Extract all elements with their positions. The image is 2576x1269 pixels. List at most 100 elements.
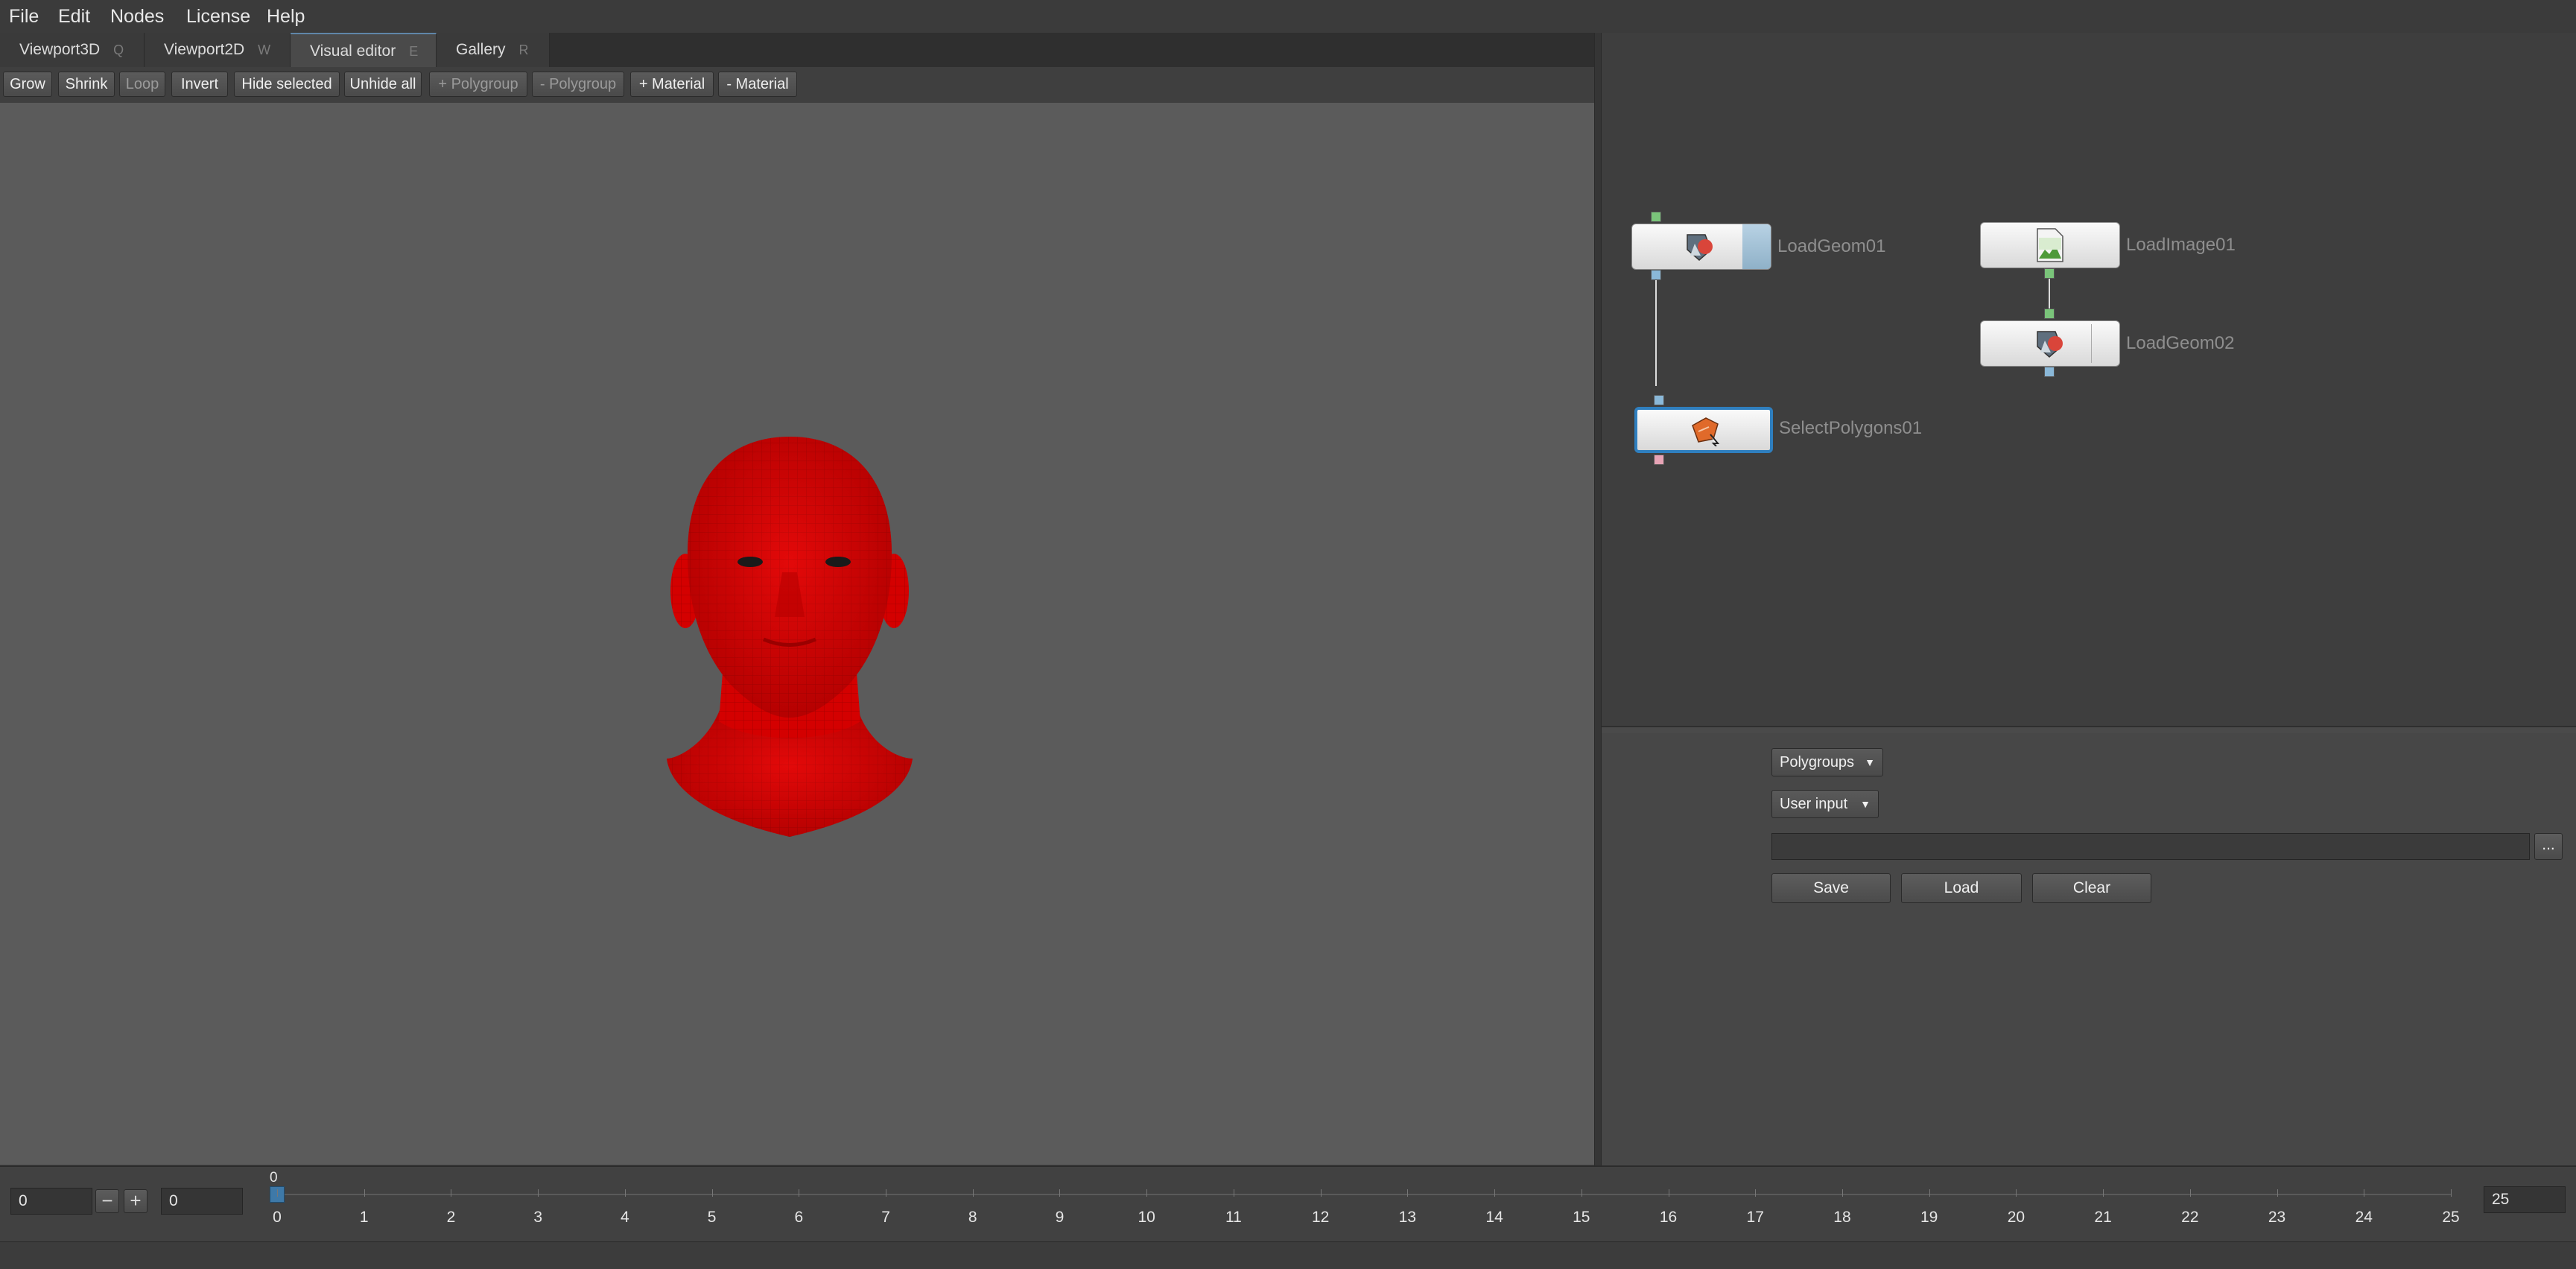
timeline-tick xyxy=(1059,1189,1061,1197)
node-output-port[interactable] xyxy=(2044,367,2055,377)
timeline-tick xyxy=(711,1189,713,1197)
viewport-3d[interactable] xyxy=(0,103,1594,1165)
timeline-tick xyxy=(2451,1189,2452,1197)
timeline-tick-label: 25 xyxy=(2442,1209,2460,1226)
node-input-port[interactable] xyxy=(1651,212,1661,222)
remove-material-button[interactable]: - Material xyxy=(718,72,797,97)
node-input-port[interactable] xyxy=(1654,395,1664,405)
timeline-tick-label: 21 xyxy=(2094,1209,2112,1226)
timeline-tick-label: 24 xyxy=(2355,1209,2373,1226)
display-dropdown[interactable]: Polygroups ▼ xyxy=(1771,748,1883,776)
menu-edit[interactable]: Edit xyxy=(58,0,90,33)
invert-button[interactable]: Invert xyxy=(171,72,228,97)
geometry-icon xyxy=(2037,331,2063,358)
image-icon xyxy=(2037,228,2063,262)
end-frame-input[interactable]: 25 xyxy=(2484,1186,2566,1213)
node-input-port[interactable] xyxy=(2044,308,2055,319)
chevron-down-icon: ▼ xyxy=(1865,756,1875,768)
head-mesh xyxy=(667,437,913,837)
current-frame-input[interactable]: 0 xyxy=(161,1188,243,1215)
tab-shortcut: E xyxy=(409,44,419,59)
tab-viewport3d[interactable]: Viewport3D Q xyxy=(0,33,145,67)
timeline-tick-label: 18 xyxy=(1833,1209,1851,1226)
timeline-tick-label: 9 xyxy=(1055,1209,1065,1226)
node-label: LoadGeom02 xyxy=(2126,333,2235,353)
timeline-tick-label: 12 xyxy=(1311,1209,1330,1226)
add-material-button[interactable]: + Material xyxy=(630,72,714,97)
source-value: User input xyxy=(1780,796,1848,812)
timeline-tick-label: 0 xyxy=(273,1209,282,1226)
node-selectpolygons01[interactable] xyxy=(1634,407,1773,453)
save-button[interactable]: Save xyxy=(1771,873,1891,903)
timeline-tick xyxy=(538,1189,539,1197)
timeline-tick xyxy=(972,1189,974,1197)
timeline-tick-label: 5 xyxy=(707,1209,717,1226)
file-name-input[interactable] xyxy=(1771,833,2530,860)
tab-viewport2d[interactable]: Viewport2D W xyxy=(145,33,291,67)
timeline-tick-label: 14 xyxy=(1485,1209,1503,1226)
source-dropdown[interactable]: User input ▼ xyxy=(1771,790,1879,818)
loop-button[interactable]: Loop xyxy=(119,72,165,97)
tab-shortcut: W xyxy=(258,42,271,57)
timeline-tick-label: 17 xyxy=(1746,1209,1764,1226)
properties-panel: Display Polygroups ▼ Source User input ▼… xyxy=(1602,733,2576,1165)
timeline-tick xyxy=(1146,1189,1148,1197)
menu-nodes[interactable]: Nodes xyxy=(110,0,164,33)
timeline-track[interactable] xyxy=(277,1194,2451,1195)
timeline-tick xyxy=(1929,1189,1930,1197)
timeline-tick-label: 11 xyxy=(1225,1209,1242,1226)
node-loadimage01[interactable] xyxy=(1980,222,2120,268)
node-loadgeom02[interactable] xyxy=(1980,320,2120,367)
menu-bar: File Edit Nodes License Help xyxy=(0,0,2576,34)
node-expand-tab[interactable] xyxy=(1742,224,1771,269)
timeline-tick-label: 22 xyxy=(2181,1209,2199,1226)
timeline-tick xyxy=(277,1189,278,1197)
decrement-button[interactable]: − xyxy=(95,1189,119,1213)
menu-help[interactable]: Help xyxy=(267,0,305,33)
menu-file[interactable]: File xyxy=(9,0,39,33)
hide-selected-button[interactable]: Hide selected xyxy=(234,72,340,97)
increment-button[interactable]: + xyxy=(124,1189,147,1213)
selection-toolbar: Grow Shrink Loop Invert Hide selected Un… xyxy=(0,67,1594,103)
timeline-tick-label: 23 xyxy=(2268,1209,2286,1226)
tab-label: Visual editor xyxy=(310,42,396,60)
shrink-button[interactable]: Shrink xyxy=(58,72,115,97)
timeline-tick-label: 8 xyxy=(968,1209,977,1226)
timeline-tick-label: 20 xyxy=(2007,1209,2025,1226)
timeline-tick-label: 19 xyxy=(1920,1209,1938,1226)
timeline-tick-label: 4 xyxy=(621,1209,629,1226)
tab-shortcut: R xyxy=(518,42,529,57)
tab-gallery[interactable]: Gallery R xyxy=(437,33,550,67)
timeline-tick xyxy=(624,1189,626,1197)
timeline-tick xyxy=(1494,1189,1496,1197)
node-output-port[interactable] xyxy=(1654,455,1664,465)
grow-button[interactable]: Grow xyxy=(3,72,52,97)
timeline-tick-label: 7 xyxy=(881,1209,890,1226)
timeline-tick xyxy=(1841,1189,1843,1197)
clear-button[interactable]: Clear xyxy=(2032,873,2151,903)
node-label: LoadImage01 xyxy=(2126,235,2236,255)
display-value: Polygroups xyxy=(1780,754,1855,770)
status-bar xyxy=(0,1241,2576,1269)
tab-label: Gallery xyxy=(456,41,506,58)
node-output-port[interactable] xyxy=(1651,270,1661,280)
unhide-all-button[interactable]: Unhide all xyxy=(344,72,422,97)
timeline-tick xyxy=(1755,1189,1757,1197)
node-graph[interactable]: LoadGeom01 SelectPolygons01 LoadImage01 … xyxy=(1602,33,2576,726)
node-loadgeom01[interactable] xyxy=(1631,224,1771,270)
load-button[interactable]: Load xyxy=(1901,873,2022,903)
menu-license[interactable]: License xyxy=(186,0,250,33)
vertical-splitter[interactable] xyxy=(1594,33,1602,1165)
add-polygroup-button[interactable]: + Polygroup xyxy=(429,72,527,97)
tab-visual-editor[interactable]: Visual editor E xyxy=(291,33,437,67)
node-output-port[interactable] xyxy=(2044,268,2055,279)
timeline-tick xyxy=(364,1189,365,1197)
start-frame-input[interactable]: 0 xyxy=(10,1188,92,1215)
browse-button[interactable]: ... xyxy=(2534,833,2563,860)
timeline-tick-label: 10 xyxy=(1138,1209,1155,1226)
timeline-tick-label: 16 xyxy=(1659,1209,1678,1226)
select-polygons-icon xyxy=(1692,417,1720,446)
remove-polygroup-button[interactable]: - Polygroup xyxy=(532,72,624,97)
timeline-tick xyxy=(1407,1189,1409,1197)
connection-wire xyxy=(1655,280,1657,386)
